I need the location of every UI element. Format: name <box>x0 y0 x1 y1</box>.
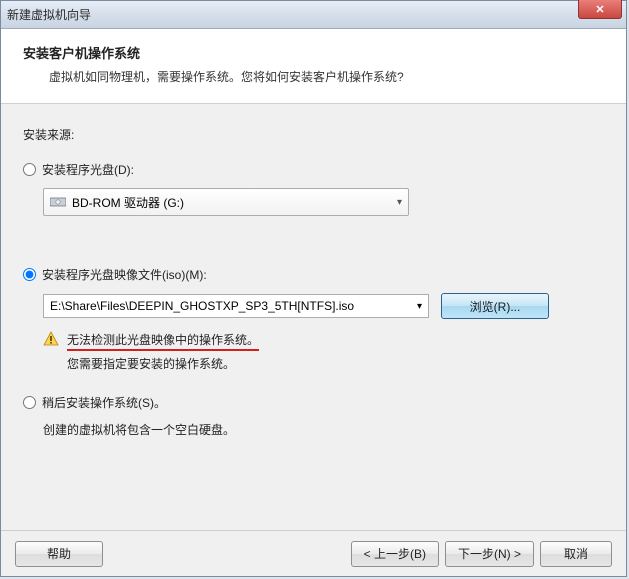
window-title: 新建虚拟机向导 <box>7 6 91 23</box>
radio-disc[interactable] <box>23 163 36 176</box>
radio-iso-label: 安装程序光盘映像文件(iso)(M): <box>42 266 207 283</box>
browse-button[interactable]: 浏览(R)... <box>441 293 549 319</box>
disc-drive-value: BD-ROM 驱动器 (G:) <box>72 194 184 211</box>
disc-drive-combo[interactable]: BD-ROM 驱动器 (G:) ▾ <box>43 188 409 216</box>
iso-warning: 无法检测此光盘映像中的操作系统。 您需要指定要安装的操作系统。 <box>43 331 604 372</box>
iso-path-value: E:\Share\Files\DEEPIN_GHOSTXP_SP3_5TH[NT… <box>50 299 354 313</box>
source-label: 安装来源: <box>23 126 604 143</box>
footer: 帮助 < 上一步(B) 下一步(N) > 取消 <box>1 530 626 576</box>
radio-iso[interactable] <box>23 268 36 281</box>
cancel-button[interactable]: 取消 <box>540 541 612 567</box>
option-iso-group: 安装程序光盘映像文件(iso)(M): E:\Share\Files\DEEPI… <box>23 266 604 372</box>
warning-line2: 您需要指定要安装的操作系统。 <box>67 355 259 372</box>
page-subtitle: 虚拟机如同物理机，需要操作系统。您将如何安装客户机操作系统? <box>49 68 604 85</box>
warning-line1: 无法检测此光盘映像中的操作系统。 <box>67 331 259 351</box>
close-button[interactable]: ✕ <box>578 0 622 19</box>
later-hint: 创建的虚拟机将包含一个空白硬盘。 <box>43 421 604 438</box>
body-panel: 安装来源: 安装程序光盘(D): BD-ROM 驱动器 (G:) ▾ 安装程序光… <box>1 104 626 470</box>
iso-path-combo[interactable]: E:\Share\Files\DEEPIN_GHOSTXP_SP3_5TH[NT… <box>43 294 429 318</box>
help-button[interactable]: 帮助 <box>15 541 103 567</box>
disc-drive-icon <box>50 196 66 208</box>
page-title: 安装客户机操作系统 <box>23 43 604 62</box>
back-button[interactable]: < 上一步(B) <box>351 541 439 567</box>
chevron-down-icon: ▾ <box>417 301 422 312</box>
option-disc-group: 安装程序光盘(D): BD-ROM 驱动器 (G:) ▾ <box>23 161 604 216</box>
radio-later-label: 稍后安装操作系统(S)。 <box>42 394 166 411</box>
chevron-down-icon: ▾ <box>397 197 402 208</box>
next-button[interactable]: 下一步(N) > <box>445 541 534 567</box>
radio-later[interactable] <box>23 396 36 409</box>
header-panel: 安装客户机操作系统 虚拟机如同物理机，需要操作系统。您将如何安装客户机操作系统? <box>1 29 626 104</box>
close-icon: ✕ <box>595 3 604 16</box>
radio-disc-label: 安装程序光盘(D): <box>42 161 134 178</box>
titlebar: 新建虚拟机向导 ✕ <box>1 1 626 29</box>
warning-icon <box>43 331 59 347</box>
wizard-window: 新建虚拟机向导 ✕ 安装客户机操作系统 虚拟机如同物理机，需要操作系统。您将如何… <box>0 0 627 577</box>
option-later-group: 稍后安装操作系统(S)。 创建的虚拟机将包含一个空白硬盘。 <box>23 394 604 438</box>
